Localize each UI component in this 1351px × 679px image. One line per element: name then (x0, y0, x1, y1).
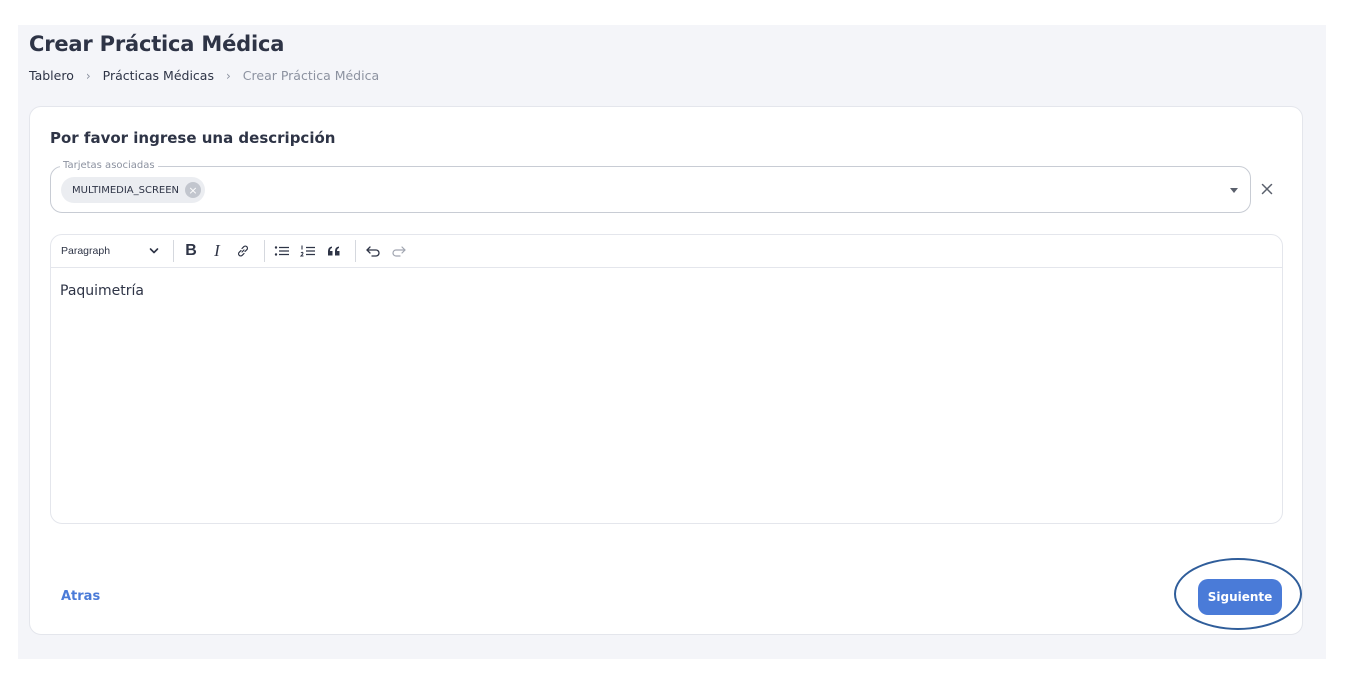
chevron-down-icon (149, 247, 159, 255)
breadcrumb: Tablero › Prácticas Médicas › Crear Prác… (29, 68, 379, 83)
tag-chip[interactable]: MULTIMEDIA_SCREEN × (61, 177, 206, 203)
toolbar-divider (264, 240, 265, 262)
block-format-select[interactable]: Paragraph (61, 245, 167, 257)
link-icon[interactable] (232, 240, 254, 262)
clear-selection-icon[interactable] (1259, 181, 1275, 197)
remove-chip-icon[interactable]: × (185, 182, 202, 198)
page-title: Crear Práctica Médica (29, 32, 285, 56)
breadcrumb-item-practicas-medicas[interactable]: Prácticas Médicas (103, 68, 214, 83)
chevron-right-icon: › (225, 68, 231, 83)
form-card: Por favor ingrese una descripción Tarjet… (29, 106, 1303, 635)
block-format-label: Paragraph (61, 245, 111, 257)
chevron-right-icon: › (85, 68, 91, 83)
breadcrumb-item-tablero[interactable]: Tablero (29, 68, 74, 83)
back-button[interactable]: Atras (61, 589, 100, 604)
associated-cards-select[interactable]: Tarjetas asociadas MULTIMEDIA_SCREEN × (50, 159, 1251, 213)
editor-toolbar: Paragraph B I (51, 235, 1282, 268)
undo-icon[interactable] (362, 240, 384, 262)
toolbar-divider (355, 240, 356, 262)
next-button[interactable]: Siguiente (1198, 579, 1282, 615)
blockquote-icon[interactable] (323, 240, 345, 262)
form-heading: Por favor ingrese una descripción (50, 129, 336, 147)
editor-content[interactable]: Paquimetría (51, 268, 1282, 314)
breadcrumb-item-current: Crear Práctica Médica (242, 68, 380, 83)
tag-chip-label: MULTIMEDIA_SCREEN (72, 184, 180, 196)
toolbar-divider (173, 240, 174, 262)
bulleted-list-icon[interactable] (271, 240, 293, 262)
italic-icon[interactable]: I (206, 240, 228, 262)
redo-icon[interactable] (388, 240, 410, 262)
numbered-list-icon[interactable] (297, 240, 319, 262)
rich-text-editor: Paragraph B I Paquimetría (50, 234, 1283, 524)
dropdown-arrow-icon[interactable] (1230, 188, 1238, 193)
bold-icon[interactable]: B (180, 240, 202, 262)
associated-cards-label: Tarjetas asociadas (60, 159, 158, 173)
